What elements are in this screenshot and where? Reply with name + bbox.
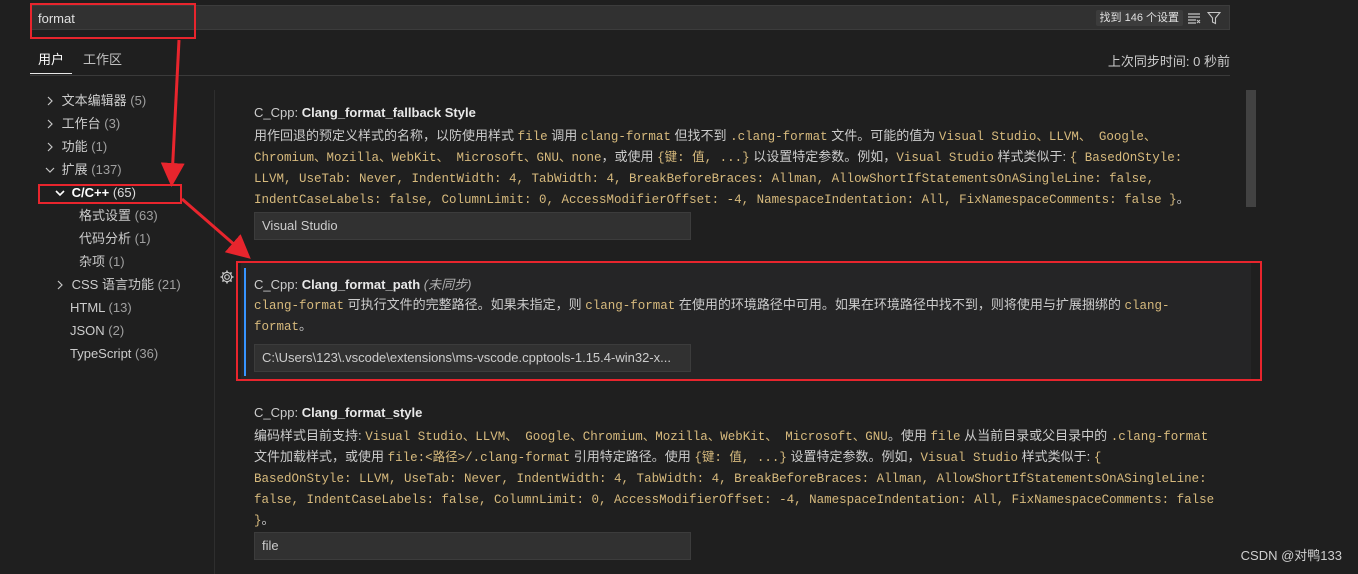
watermark: CSDN @对鸭133 — [1240, 548, 1342, 563]
annotation-arrows — [160, 39, 251, 259]
